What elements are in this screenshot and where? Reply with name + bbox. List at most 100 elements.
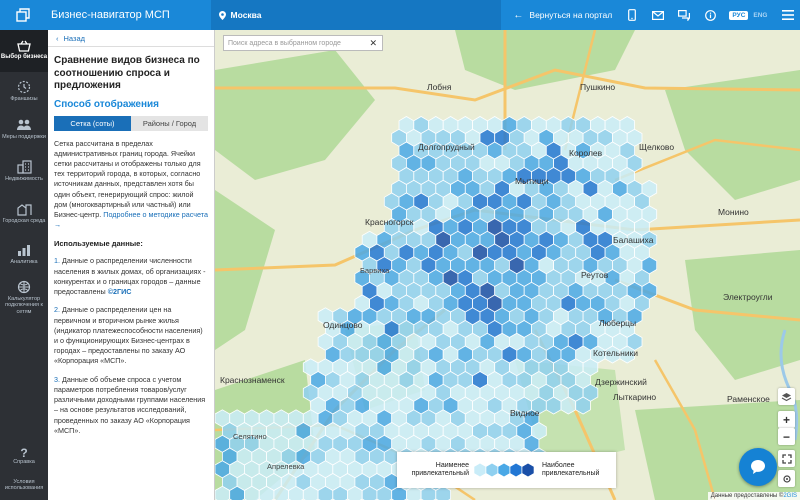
source-item: 1. Данные о распределении численности на… (48, 248, 214, 297)
support-icon (17, 119, 31, 130)
info-icon[interactable] (697, 0, 723, 30)
minus-icon: − (782, 429, 790, 444)
zoom-in-button[interactable]: + (778, 411, 795, 428)
zoom-out-button[interactable]: − (778, 428, 795, 445)
chat-bubble-icon (751, 460, 765, 474)
clear-search-icon[interactable]: ✕ (369, 38, 377, 49)
source-number: 1. (54, 256, 60, 266)
place-label: Королев (569, 148, 603, 158)
locate-button[interactable] (778, 470, 795, 487)
nav-item-help[interactable]: ? Справка (0, 443, 48, 473)
nav-item-grid-calculator[interactable]: Калькулятор подключения к сетям (0, 272, 48, 322)
city-icon (16, 204, 32, 216)
place-label: Люберцы (599, 318, 637, 328)
place-label: Селятино (233, 432, 267, 441)
app-title: Бизнес-навигатор МСП (50, 9, 170, 21)
nav-item-label: Условия использования (4, 479, 44, 492)
nav-item-franchises[interactable]: Франшизы (0, 72, 48, 110)
mobile-icon[interactable] (619, 0, 645, 30)
display-mode-switch: Сетка (соты) Районы / Город (54, 115, 208, 131)
source-number: 3. (54, 374, 60, 384)
2gis-link[interactable]: ©2ГИС (108, 287, 132, 296)
map-area[interactable]: Поиск адреса в выбранном городе ✕ Лобня … (215, 30, 800, 500)
analytics-icon (18, 245, 30, 256)
app-logo-icon[interactable] (0, 0, 47, 30)
building-icon (16, 160, 32, 174)
nav-item-real-estate[interactable]: Недвижимость (0, 152, 48, 194)
lang-ru-button[interactable]: РУС (729, 10, 749, 20)
place-label: Апрелевка (267, 462, 305, 471)
sources-heading: Используемые данные: (54, 239, 143, 249)
place-label: Лыткарино (613, 392, 657, 402)
franchise-icon (17, 80, 31, 94)
left-navigation: Выбор бизнеса Франшизы Меры поддержки Не… (0, 30, 48, 500)
tab-grid[interactable]: Сетка (соты) (54, 115, 131, 131)
place-label: Раменское (727, 394, 770, 404)
nav-item-city-environment[interactable]: Городская среда (0, 194, 48, 236)
help-question-icon: ? (20, 446, 28, 460)
chat-bubbles-icon[interactable] (671, 0, 697, 30)
address-search-input[interactable]: Поиск адреса в выбранном городе ✕ (223, 35, 383, 51)
back-to-portal-link[interactable]: ← Вернуться на портал (501, 9, 612, 21)
map-layers-button[interactable] (778, 388, 795, 405)
nav-item-label: Меры поддержки (2, 134, 46, 140)
place-label: Одинцово (323, 320, 363, 330)
nav-item-support-measures[interactable]: Меры поддержки (0, 110, 48, 152)
legend-swatch (521, 462, 535, 478)
attribution-text: Данные предоставлены © (710, 493, 784, 499)
place-label: Монино (718, 207, 749, 217)
layers-icon (781, 392, 792, 401)
support-chat-button[interactable] (739, 448, 777, 486)
fullscreen-icon (781, 453, 792, 464)
place-label: Электроугли (723, 292, 773, 302)
tab-regions[interactable]: Районы / Город (131, 115, 208, 131)
city-selector[interactable]: Москва (210, 0, 502, 30)
back-to-portal-label: Вернуться на портал (529, 10, 613, 20)
legend-high-label: Наиболее привлекательный (542, 461, 600, 477)
network-icon (17, 280, 31, 294)
nav-item-label: Калькулятор подключения к сетям (5, 296, 43, 315)
search-placeholder: Поиск адреса в выбранном городе (228, 39, 341, 47)
place-label: Пушкино (580, 82, 616, 92)
top-bar: Бизнес-навигатор МСП Москва ← Вернуться … (0, 0, 800, 30)
place-label: Барвиха (360, 266, 390, 275)
place-label: Котельники (593, 348, 639, 358)
source-text: Данные об объеме спроса с учетом парамет… (54, 374, 206, 435)
nav-item-terms[interactable]: Условия использования (0, 477, 48, 499)
location-pin-icon (218, 10, 226, 20)
legend-swatch (485, 462, 499, 478)
legend-swatch (497, 462, 511, 478)
grid-description: Сетка рассчитана в пределах администрати… (48, 131, 214, 231)
map-legend: Наименее привлекательный Наиболее привле… (397, 452, 616, 488)
locate-icon (782, 474, 791, 483)
nav-item-label: Городская среда (2, 218, 46, 224)
2gis-attribution-link[interactable]: 2GIS (783, 493, 797, 499)
legend-swatch (473, 462, 487, 478)
lang-en-button[interactable]: ENG (750, 11, 770, 20)
nav-item-business-choice[interactable]: Выбор бизнеса (0, 30, 48, 72)
nav-item-label: Выбор бизнеса (0, 54, 48, 60)
place-label: Дзержинский (595, 377, 647, 387)
place-label: Видное (510, 408, 540, 418)
language-switch[interactable]: РУС ENG (729, 10, 770, 20)
source-item: 3. Данные об объеме спроса с учетом пара… (48, 367, 214, 436)
nav-item-label: Недвижимость (5, 176, 43, 182)
back-button[interactable]: ‹ Назад (48, 30, 214, 47)
place-label: Красногорск (365, 217, 414, 227)
source-number: 2. (54, 305, 60, 315)
legend-low-label: Наименее привлекательный (411, 461, 469, 477)
hamburger-menu-icon[interactable] (777, 0, 800, 30)
display-mode-heading: Способ отображения (54, 98, 159, 110)
fullscreen-button[interactable] (778, 450, 795, 467)
place-label: Щелково (639, 142, 675, 152)
chevron-left-icon: ‹ (56, 33, 59, 43)
place-label: Долгопрудный (418, 142, 475, 152)
mail-icon[interactable] (645, 0, 671, 30)
nav-item-analytics[interactable]: Аналитика (0, 236, 48, 272)
business-comparison-panel: ‹ Назад Сравнение видов бизнеса по соотн… (48, 30, 215, 500)
basket-icon (17, 40, 31, 52)
arrow-left-icon: ← (513, 9, 524, 21)
source-item: 2. Данные о распределении цен на первичн… (48, 297, 214, 366)
legend-swatch (509, 462, 523, 478)
place-label: Краснознаменск (220, 375, 285, 385)
